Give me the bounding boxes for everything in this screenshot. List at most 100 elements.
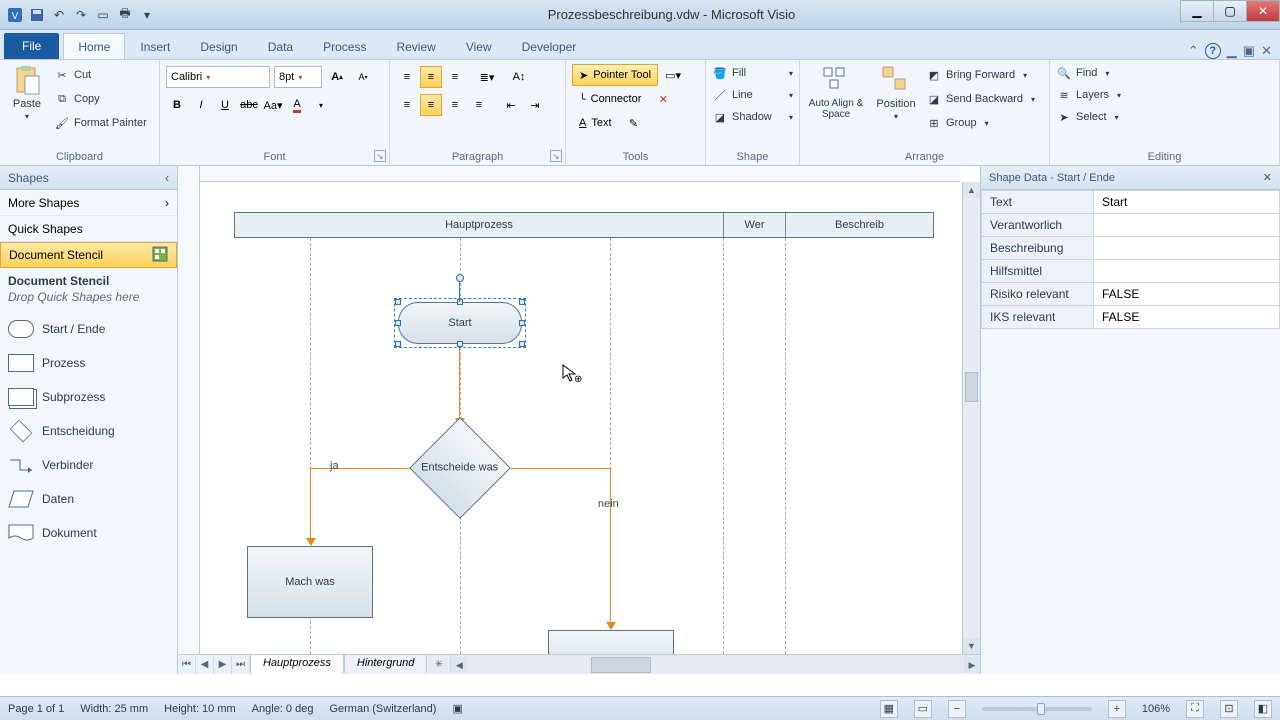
zoom-level[interactable]: 106% (1142, 703, 1170, 715)
fill-button[interactable]: 🪣Fill▾ (712, 62, 793, 84)
qat-new-icon[interactable]: ▭ (94, 6, 112, 24)
scroll-up-icon[interactable]: ▲ (963, 182, 980, 198)
align-left-icon[interactable]: ≡ (396, 94, 418, 116)
quick-shapes-item[interactable]: Quick Shapes (0, 216, 177, 242)
shape-verbinder[interactable]: Verbinder (0, 448, 177, 482)
auto-align-button[interactable]: Auto Align & Space (806, 62, 866, 134)
label-ja[interactable]: ja (330, 460, 339, 472)
shape-start-ende[interactable]: Start / Ende (0, 312, 177, 346)
sheet-tab-bg[interactable]: Hintergrund (344, 654, 427, 674)
select-button[interactable]: ➤Select▾ (1056, 106, 1273, 128)
tab-developer[interactable]: Developer (507, 33, 592, 59)
font-color-dd-icon[interactable]: ▾ (310, 94, 332, 116)
last-sheet-icon[interactable]: ⏭ (232, 656, 250, 674)
format-painter-button[interactable]: 🖌Format Painter (54, 112, 147, 134)
normal-view-icon[interactable]: ▭ (914, 700, 932, 718)
window-close-icon[interactable]: ✕ (1261, 43, 1272, 59)
drawing-canvas[interactable]: Hauptprozess Wer Beschreib Start (200, 182, 960, 654)
hscroll-thumb[interactable] (591, 657, 651, 673)
sd-beschreibung-value[interactable] (1094, 237, 1280, 260)
bullets-icon[interactable]: ≣▾ (476, 66, 498, 88)
send-backward-button[interactable]: ◪Send Backward▾ (926, 88, 1035, 110)
document-stencil-item[interactable]: Document Stencil (0, 242, 177, 268)
scroll-thumb[interactable] (965, 372, 978, 402)
shape-daten[interactable]: Daten (0, 482, 177, 516)
minimize-button[interactable]: ▁ (1180, 0, 1214, 22)
shape-subprozess[interactable]: Subprozess (0, 380, 177, 414)
close-button[interactable]: ✕ (1246, 0, 1280, 22)
indent-increase-icon[interactable]: ⇥ (524, 94, 546, 116)
window-restore-icon[interactable]: ▣ (1243, 43, 1255, 59)
text-direction-icon[interactable]: A↕ (508, 66, 530, 88)
sd-text-value[interactable]: Start (1094, 191, 1280, 214)
sd-risiko-value[interactable]: FALSE (1094, 283, 1280, 306)
font-dialog-icon[interactable]: ↘ (374, 150, 386, 162)
bring-forward-button[interactable]: ◩Bring Forward▾ (926, 64, 1035, 86)
lane-hauptprozess[interactable]: Hauptprozess (235, 213, 724, 237)
underline-icon[interactable]: U (214, 94, 236, 116)
ink-icon[interactable]: ✎ (623, 112, 645, 134)
process-node[interactable]: Mach was (247, 546, 373, 618)
tab-design[interactable]: Design (185, 33, 252, 59)
connector-no-down[interactable] (610, 468, 611, 624)
italic-icon[interactable]: I (190, 94, 212, 116)
scroll-right-icon[interactable]: ▶ (964, 657, 980, 673)
more-shapes-item[interactable]: More Shapes› (0, 190, 177, 216)
shadow-button[interactable]: ◪Shadow▾ (712, 106, 793, 128)
align-bottom-icon[interactable]: ≡ (444, 66, 466, 88)
redo-icon[interactable]: ↷ (72, 6, 90, 24)
tab-view[interactable]: View (451, 33, 507, 59)
find-button[interactable]: 🔍Find▾ (1056, 62, 1273, 84)
collapse-icon[interactable]: ‹ (165, 171, 169, 185)
zoom-slider[interactable] (982, 707, 1092, 711)
fit-page-icon[interactable]: ⛶ (1186, 700, 1204, 718)
text-button[interactable]: AText (572, 112, 619, 134)
save-icon[interactable] (28, 6, 46, 24)
sd-iks-value[interactable]: FALSE (1094, 306, 1280, 329)
align-justify-icon[interactable]: ≡ (468, 94, 490, 116)
pan-zoom-icon[interactable]: ⊡ (1220, 700, 1238, 718)
sd-hilfsmittel-value[interactable] (1094, 260, 1280, 283)
font-name-combo[interactable]: Calibri▾ (166, 66, 270, 88)
paste-button[interactable]: Paste ▾ (6, 62, 48, 134)
qat-more-icon[interactable]: ▾ (138, 6, 156, 24)
position-button[interactable]: Position▾ (872, 62, 920, 134)
qat-print-icon[interactable]: 🖶 (116, 6, 134, 24)
shape-dokument[interactable]: Dokument (0, 516, 177, 550)
align-right-icon[interactable]: ≡ (444, 94, 466, 116)
font-size-combo[interactable]: 8pt▾ (274, 66, 322, 88)
font-color-icon[interactable]: A (286, 94, 308, 116)
process-node-2[interactable] (548, 630, 674, 654)
vertical-ruler[interactable] (178, 166, 200, 654)
connector-decision-no[interactable] (511, 468, 610, 469)
vertical-scrollbar[interactable]: ▲ ▼ (962, 182, 980, 654)
connector-decision-yes[interactable] (310, 468, 410, 469)
pointer-tool-button[interactable]: ➤Pointer Tool (572, 64, 658, 86)
scroll-left-icon[interactable]: ◀ (451, 657, 467, 673)
tab-insert[interactable]: Insert (125, 33, 185, 59)
zoom-knob[interactable] (1037, 703, 1045, 715)
first-sheet-icon[interactable]: ⏮ (178, 656, 196, 674)
align-center-icon[interactable]: ≡ (420, 94, 442, 116)
macro-record-icon[interactable]: ▣ (452, 702, 462, 715)
shape-entscheidung[interactable]: Entscheidung (0, 414, 177, 448)
shape-prozess[interactable]: Prozess (0, 346, 177, 380)
strike-icon[interactable]: abc (238, 94, 260, 116)
sd-verantwortlich-value[interactable] (1094, 214, 1280, 237)
align-top-icon[interactable]: ≡ (396, 66, 418, 88)
grow-font-icon[interactable]: A▴ (326, 66, 348, 88)
scroll-down-icon[interactable]: ▼ (963, 638, 980, 654)
line-button[interactable]: ／Line▾ (712, 84, 793, 106)
layers-button[interactable]: ≋Layers▾ (1056, 84, 1273, 106)
copy-button[interactable]: ⧉Copy (54, 88, 147, 110)
window-min-icon[interactable]: ▁ (1227, 43, 1237, 59)
rotation-handle[interactable] (456, 274, 464, 282)
label-nein[interactable]: nein (598, 498, 619, 510)
connector-yes-down[interactable] (310, 468, 311, 540)
decision-node[interactable]: Entscheide was (409, 417, 511, 519)
rectangle-tool-icon[interactable]: ▭▾ (662, 64, 684, 86)
panel-close-icon[interactable]: ✕ (1263, 171, 1272, 184)
help-icon[interactable]: ? (1205, 43, 1221, 59)
paragraph-dialog-icon[interactable]: ↘ (550, 150, 562, 162)
connector-start-decision[interactable] (459, 348, 460, 420)
